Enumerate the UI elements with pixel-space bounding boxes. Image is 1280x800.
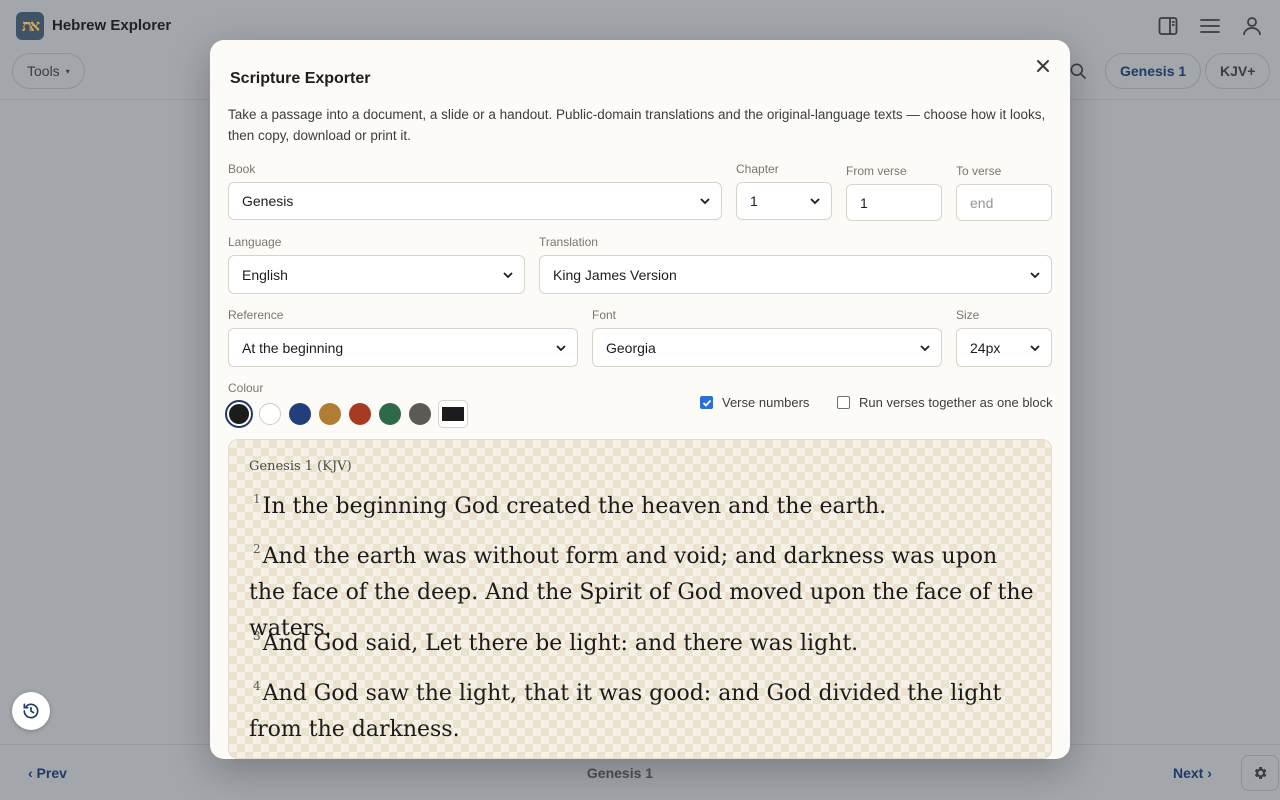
colour-swatch[interactable] [225,400,253,428]
to-verse-input[interactable]: end [956,184,1052,221]
user-icon[interactable] [1240,14,1264,38]
preview-verse: 1In the beginning God created the heaven… [249,481,1039,525]
colour-swatch[interactable] [289,403,311,425]
run-together-checkbox[interactable] [837,396,850,409]
app-title: Hebrew Explorer [52,17,172,34]
to-verse-placeholder: end [970,194,994,211]
verse-numbers-checkbox[interactable] [700,396,713,409]
translation-label: Translation [539,235,598,249]
scripture-exporter-dialog: Scripture Exporter Take a passage into a… [210,40,1070,759]
preview-reference: Genesis 1 (KJV) [249,459,352,474]
translation-button[interactable]: KJV+ [1205,53,1271,89]
translation-value: King James Version [553,266,677,283]
app-logo[interactable]: את [16,12,44,40]
verse-number: 4 [253,679,261,693]
verse-number: 3 [253,629,261,643]
close-icon [1037,60,1049,72]
history-button[interactable] [12,692,50,730]
colour-swatch[interactable] [409,403,431,425]
chevron-down-icon [1030,271,1040,278]
close-button[interactable] [1033,56,1053,76]
size-value: 24px [970,339,1001,356]
history-icon [23,703,39,719]
reference-select[interactable]: At the beginning [228,328,578,367]
book-value: Genesis [242,193,294,209]
size-label: Size [956,308,980,322]
language-select[interactable]: English [228,255,525,294]
language-label: Language [228,235,282,249]
gear-icon [1254,767,1267,779]
dialog-intro-text: Take a passage into a document, a slide … [228,107,1046,143]
custom-colour-picker[interactable] [438,400,468,428]
custom-colour-preview [442,407,464,421]
from-verse-input[interactable]: 1 [846,184,942,221]
reference-value: At the beginning [242,339,344,356]
tools-label: Tools [27,63,60,79]
book-chapter-button[interactable]: Genesis 1 [1105,53,1202,89]
chevron-down-icon [556,344,566,351]
chapter-value: 1 [750,193,758,209]
search-icon[interactable] [1068,61,1088,81]
colour-swatch[interactable] [379,403,401,425]
chevron-down-icon [700,198,710,205]
colour-label: Colour [228,381,264,395]
chapter-label: Chapter [736,162,779,176]
caret-down-icon: ▾ [65,66,70,76]
settings-button[interactable] [1241,755,1279,791]
dialog-title: Scripture Exporter [230,70,371,87]
menu-icon[interactable] [1198,14,1222,38]
font-select[interactable]: Georgia [592,328,942,367]
translation-select[interactable]: King James Version [539,255,1052,294]
next-chapter-link[interactable]: Next › [1173,765,1212,781]
font-value: Georgia [606,339,656,356]
chapter-select[interactable]: 1 [736,182,832,220]
run-together-option[interactable]: Run verses together as one block [837,395,1053,410]
from-verse-value: 1 [860,194,868,211]
export-preview: Genesis 1 (KJV) 1In the beginning God cr… [228,439,1052,759]
colour-swatch[interactable] [259,403,281,425]
size-select[interactable]: 24px [956,328,1052,367]
sidebar-panel-icon[interactable] [1156,14,1180,38]
language-value: English [242,266,288,283]
chevron-down-icon [503,271,513,278]
book-select[interactable]: Genesis [228,182,722,220]
from-verse-label: From verse [846,164,907,178]
font-label: Font [592,308,617,322]
verse-text: And God saw the light, that it was good:… [249,681,1002,742]
preview-verse: 4And God saw the light, that it was good… [249,668,1039,748]
run-together-label: Run verses together as one block [859,395,1053,410]
tools-button[interactable]: Tools ▾ [12,53,85,89]
preview-verse: 3And God said, Let there be light: and t… [249,618,1039,662]
footer-chapter-title: Genesis 1 [586,765,654,781]
reference-label: Reference [228,308,284,322]
colour-swatch-fill [229,404,249,424]
chevron-down-icon [920,344,930,351]
colour-swatch[interactable] [319,403,341,425]
check-icon [702,399,711,407]
chevron-down-icon [1030,344,1040,351]
verse-number: 1 [253,492,261,506]
verse-numbers-label: Verse numbers [722,395,810,410]
verse-text: In the beginning God created the heaven … [262,494,887,519]
verse-numbers-option[interactable]: Verse numbers [700,395,809,410]
to-verse-label: To verse [956,164,1002,178]
verse-text: And God said, Let there be light: and th… [262,631,859,656]
chevron-down-icon [810,198,820,205]
book-label: Book [228,162,256,176]
verse-number: 2 [253,542,261,556]
colour-swatch[interactable] [349,403,371,425]
